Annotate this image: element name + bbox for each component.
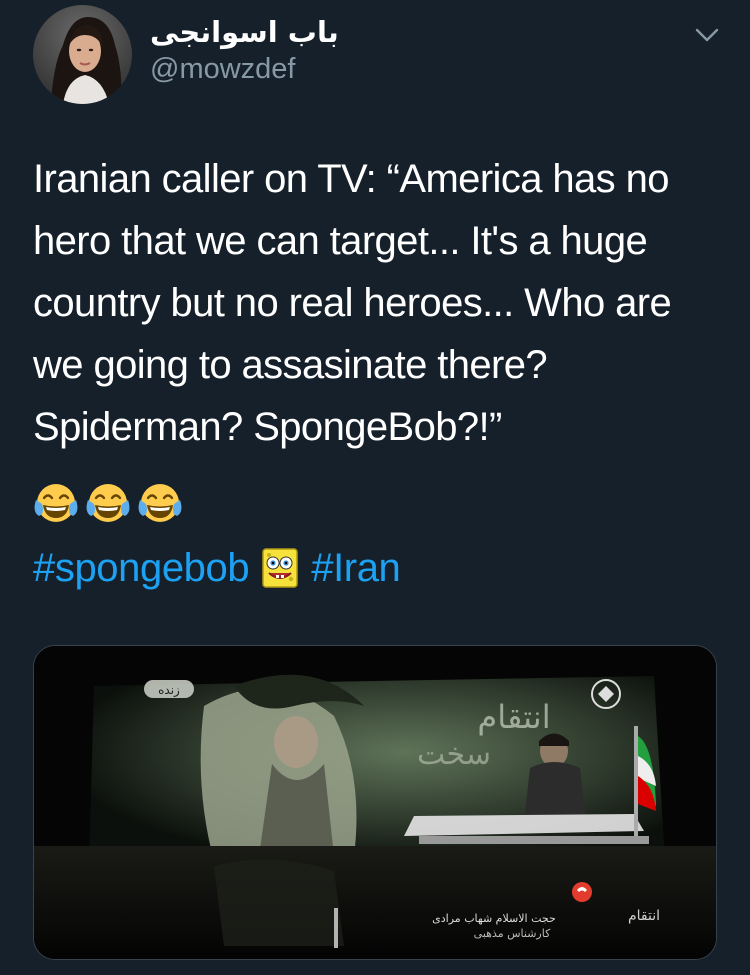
tweet-text-line: country but no real heroes... Who are xyxy=(33,281,672,325)
lower-third-name: حجت الاسلام شهاب مرادی xyxy=(432,912,556,925)
spongebob-emoji-icon xyxy=(262,548,298,588)
tweet-text-line: Iranian caller on TV: “America has no xyxy=(33,157,669,201)
tweet-text: Iranian caller on TV: “America has no he… xyxy=(33,148,723,458)
chevron-down-icon[interactable] xyxy=(690,20,724,50)
tears-of-joy-emoji-icon xyxy=(138,484,182,522)
tweet-media-image[interactable]: انتقام سخت زنده حجت الاسلام شهاب مرادی ک… xyxy=(33,645,717,960)
hashtag-link-iran[interactable]: #Iran xyxy=(311,546,401,591)
corner-title-text: انتقام xyxy=(628,908,660,924)
screen-title-text-2: سخت xyxy=(417,737,491,772)
live-badge-text: زنده xyxy=(158,683,180,698)
tweet: باب اسوانجی @mowzdef Iranian caller on T… xyxy=(0,0,750,975)
tweet-text-line: hero that we can target... It's a huge xyxy=(33,219,648,263)
hashtag-row: #spongebob #Iran xyxy=(33,538,401,598)
avatar-image xyxy=(33,5,132,104)
user-handle[interactable]: @mowzdef xyxy=(150,52,295,86)
tv-screenshot: انتقام سخت زنده حجت الاسلام شهاب مرادی ک… xyxy=(34,646,716,959)
screen-title-text: انتقام xyxy=(477,698,550,736)
hashtag-link-spongebob[interactable]: #spongebob xyxy=(33,546,250,591)
tears-of-joy-emoji-icon xyxy=(86,484,130,522)
emoji-row xyxy=(33,480,183,530)
tweet-text-line: we going to assasinate there? xyxy=(33,343,548,387)
tears-of-joy-emoji-icon xyxy=(34,484,78,522)
display-name[interactable]: باب اسوانجی xyxy=(150,14,339,50)
lower-third-title: کارشناس مذهبی xyxy=(474,927,551,940)
avatar[interactable] xyxy=(33,5,132,104)
tweet-text-line: Spiderman? SpongeBob?!” xyxy=(33,405,502,449)
